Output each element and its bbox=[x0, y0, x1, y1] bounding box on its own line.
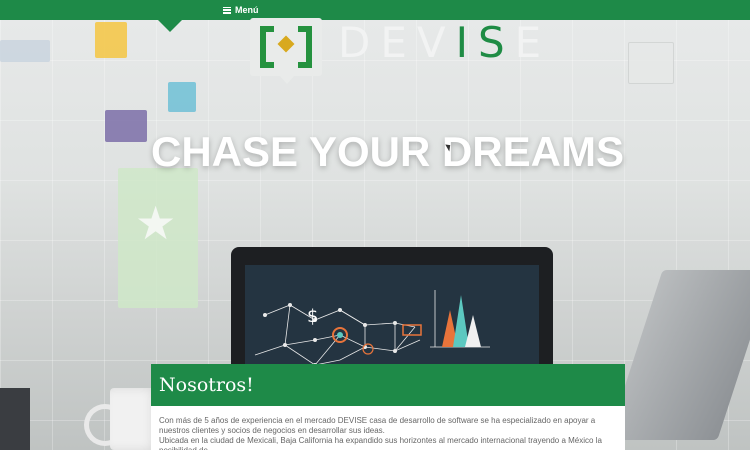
hero-headline: CHASE YOUR DREAMS bbox=[151, 128, 624, 176]
about-section: Nosotros! Con más de 5 años de experienc… bbox=[151, 364, 625, 450]
top-navbar: Menú bbox=[0, 0, 750, 20]
about-title: Nosotros! bbox=[159, 374, 254, 396]
background-object bbox=[0, 388, 30, 450]
brand-accent: IS bbox=[455, 18, 515, 67]
menu-label: Menú bbox=[235, 5, 259, 15]
about-paragraph: Con más de 5 años de experiencia en el m… bbox=[159, 416, 596, 435]
brand-suffix: E bbox=[514, 18, 552, 67]
background-sticky-note bbox=[95, 22, 127, 58]
background-sticky-note bbox=[168, 82, 196, 112]
about-body: Con más de 5 años de experiencia en el m… bbox=[151, 406, 625, 450]
star-icon: ★ bbox=[135, 197, 177, 249]
about-paragraph: Ubicada en la ciudad de Mexicali, Baja C… bbox=[159, 436, 602, 450]
brand-wordmark[interactable]: DEVISE bbox=[338, 20, 551, 66]
menu-button[interactable]: Menú bbox=[223, 3, 259, 17]
about-header: Nosotros! bbox=[151, 364, 625, 406]
logo-pointer bbox=[280, 76, 294, 84]
svg-text:$: $ bbox=[307, 306, 318, 327]
hamburger-icon bbox=[223, 6, 231, 14]
background-sticky-note bbox=[0, 40, 50, 62]
background-sticky-note bbox=[628, 42, 674, 84]
brand-prefix: DEV bbox=[338, 18, 456, 67]
navbar-notch bbox=[158, 20, 182, 32]
devise-logo-icon[interactable] bbox=[250, 18, 322, 84]
